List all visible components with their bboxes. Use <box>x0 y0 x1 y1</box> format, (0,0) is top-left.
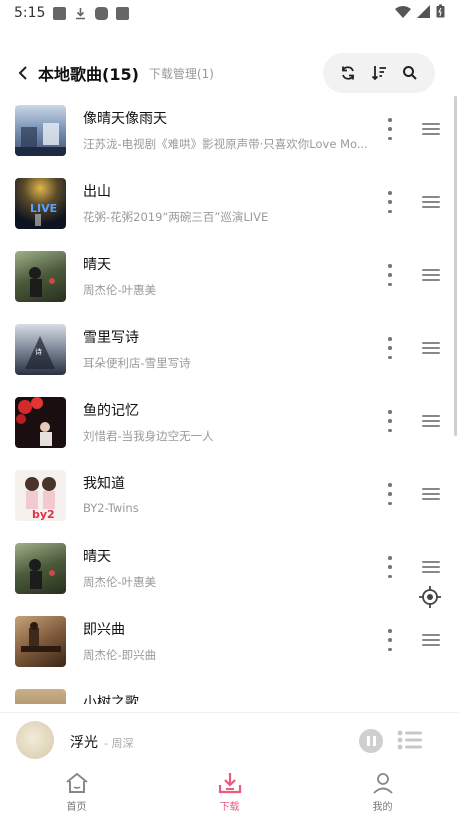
album-cover <box>15 616 66 667</box>
svg-text:by2: by2 <box>32 508 55 521</box>
song-title: 出山 <box>83 184 111 200</box>
song-subtitle: 周杰伦-即兴曲 <box>83 648 157 662</box>
album-cover <box>15 251 66 302</box>
more-options-icon[interactable] <box>384 410 396 432</box>
page-title: 本地歌曲(15) <box>38 65 139 84</box>
more-options-icon[interactable] <box>384 483 396 505</box>
song-list[interactable]: 像晴天像雨天 汪苏泷-电视剧《难哄》影视原声带·只喜欢你Love Mo... L… <box>0 96 459 704</box>
pause-icon[interactable] <box>359 729 383 753</box>
song-subtitle: 周杰伦-叶惠美 <box>83 575 157 589</box>
signal-icon <box>417 4 430 22</box>
more-options-icon[interactable] <box>384 191 396 213</box>
song-subtitle: 花粥-花粥2019“两碗三百”巡演LIVE <box>83 210 269 224</box>
sort-icon[interactable] <box>370 64 388 82</box>
song-row[interactable]: 即兴曲 周杰伦-即兴曲 <box>0 607 459 680</box>
song-row[interactable]: 小树之歌 <box>0 680 459 704</box>
status-time: 5:15 <box>14 5 46 21</box>
mini-player[interactable]: 浮光 - 周深 <box>0 712 459 768</box>
nav-home-label: 首页 <box>66 801 87 813</box>
song-row[interactable]: 鱼的记忆 刘惜君-当我身边空无一人 <box>0 388 459 461</box>
bottom-nav: 首页 下载 我的 <box>0 768 459 816</box>
drag-handle-icon[interactable] <box>422 269 440 281</box>
song-row[interactable]: 晴天 周杰伦-叶惠美 <box>0 242 459 315</box>
accessibility-status-icon <box>116 6 130 20</box>
album-cover: LIVE <box>15 178 66 229</box>
now-playing-title: 浮光 <box>70 735 98 751</box>
song-subtitle: 周杰伦-叶惠美 <box>83 283 157 297</box>
album-cover <box>15 105 66 156</box>
now-playing-artist: - 周深 <box>104 737 134 750</box>
drag-handle-icon[interactable] <box>422 561 440 573</box>
search-icon[interactable] <box>401 64 419 82</box>
song-row[interactable]: by2 我知道 BY2-Twins <box>0 461 459 534</box>
song-row[interactable]: LIVE 出山 花粥-花粥2019“两碗三百”巡演LIVE <box>0 169 459 242</box>
download-icon <box>218 772 242 794</box>
svg-text:LIVE: LIVE <box>30 202 57 215</box>
song-title: 雪里写诗 <box>83 330 139 346</box>
nav-profile[interactable]: 我的 <box>306 768 459 816</box>
song-subtitle: 刘惜君-当我身边空无一人 <box>83 429 214 443</box>
album-cover: by2 <box>15 470 66 521</box>
song-subtitle: 耳朵便利店-雪里写诗 <box>83 356 191 370</box>
profile-icon <box>371 772 395 794</box>
album-cover <box>15 689 66 704</box>
download-status-icon <box>74 7 87 20</box>
album-cover: 诗 <box>15 324 66 375</box>
song-title: 小树之歌 <box>83 695 139 704</box>
list-scrollbar[interactable] <box>454 96 457 436</box>
more-options-icon[interactable] <box>384 629 396 651</box>
status-bar: 5:15 <box>0 0 459 26</box>
song-row[interactable]: 晴天 周杰伦-叶惠美 <box>0 534 459 607</box>
battery-icon <box>436 4 445 22</box>
locate-current-icon[interactable] <box>418 585 442 609</box>
song-subtitle: 汪苏泷-电视剧《难哄》影视原声带·只喜欢你Love Mo... <box>83 137 368 151</box>
album-cover <box>15 543 66 594</box>
song-title: 晴天 <box>83 257 111 273</box>
drag-handle-icon[interactable] <box>422 123 440 135</box>
drag-handle-icon[interactable] <box>422 342 440 354</box>
more-options-icon[interactable] <box>384 337 396 359</box>
drag-handle-icon[interactable] <box>422 634 440 646</box>
wifi-icon <box>395 5 411 22</box>
more-options-icon[interactable] <box>384 264 396 286</box>
home-icon <box>65 772 89 794</box>
more-options-icon[interactable] <box>384 118 396 140</box>
nav-download-label: 下载 <box>219 801 240 813</box>
song-row[interactable]: 诗 雪里写诗 耳朵便利店-雪里写诗 <box>0 315 459 388</box>
nav-download[interactable]: 下载 <box>153 768 306 816</box>
svg-text:诗: 诗 <box>35 347 42 356</box>
nav-home[interactable]: 首页 <box>0 768 153 816</box>
nav-profile-label: 我的 <box>372 801 393 813</box>
song-subtitle: BY2-Twins <box>83 501 139 515</box>
song-title: 即兴曲 <box>83 622 125 638</box>
notification-icon <box>53 6 67 20</box>
song-row[interactable]: 像晴天像雨天 汪苏泷-电视剧《难哄》影视原声带·只喜欢你Love Mo... <box>0 96 459 169</box>
album-cover <box>15 397 66 448</box>
now-playing-cover <box>16 721 54 759</box>
refresh-icon[interactable] <box>339 64 357 82</box>
song-title: 晴天 <box>83 549 111 565</box>
drag-handle-icon[interactable] <box>422 488 440 500</box>
header-toolbar <box>323 53 435 93</box>
app-status-icon <box>95 6 109 20</box>
drag-handle-icon[interactable] <box>422 415 440 427</box>
more-options-icon[interactable] <box>384 556 396 578</box>
song-title: 像晴天像雨天 <box>83 111 167 127</box>
song-title: 我知道 <box>83 476 125 492</box>
page-header: 本地歌曲(15) 下载管理(1) <box>0 50 459 96</box>
download-manager-link[interactable]: 下载管理(1) <box>149 65 214 82</box>
back-icon[interactable] <box>14 64 32 82</box>
song-title: 鱼的记忆 <box>83 403 139 419</box>
drag-handle-icon[interactable] <box>422 196 440 208</box>
playlist-icon[interactable] <box>397 730 423 750</box>
